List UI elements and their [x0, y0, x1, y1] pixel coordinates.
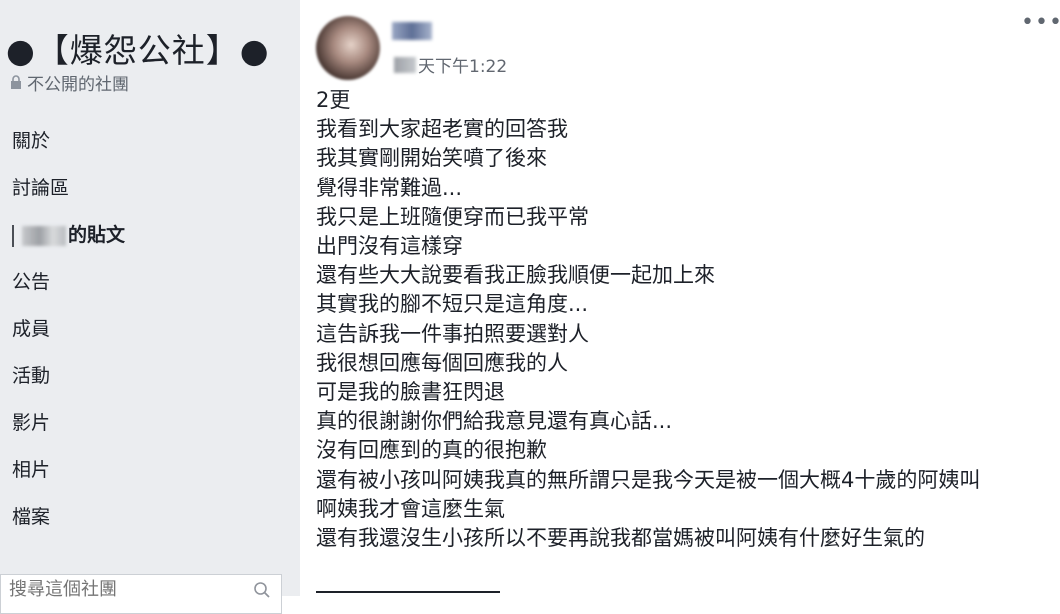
search-icon[interactable] — [253, 581, 271, 599]
post-line: 還有些大大說要看我正臉我順便一起加上來 — [316, 263, 715, 288]
post-line: 出門沒有這樣穿 — [316, 234, 463, 259]
post-line: 我看到大家超老實的回答我 — [316, 117, 568, 142]
lock-icon — [10, 75, 22, 90]
timestamp-blur — [394, 56, 416, 73]
group-search-input[interactable] — [9, 579, 253, 600]
post-line: 其實我的腳不短只是這角度... — [316, 292, 589, 317]
author-name-blurred[interactable] — [392, 22, 432, 40]
post-line: 啊姨我才會這麼生氣 — [316, 496, 505, 521]
nav-item-discussion[interactable]: 討論區 — [0, 165, 300, 212]
group-privacy: 不公開的社團 — [10, 70, 129, 95]
post-line: 我只是上班隨便穿而已我平常 — [316, 204, 589, 229]
post-body: 2更 我看到大家超老實的回答我 我其實剛開始笑噴了後來 覺得非常難過... 我只… — [316, 86, 1056, 553]
post-line: 我很想回應每個回應我的人 — [316, 350, 568, 375]
nav-item-photos[interactable]: 相片 — [0, 447, 300, 494]
post-line: 覺得非常難過... — [316, 175, 463, 200]
post-line: 沒有回應到的真的很抱歉 — [316, 438, 547, 463]
post-separator — [316, 591, 500, 593]
nav-item-member-posts-label: 的貼文 — [68, 224, 126, 246]
group-nav: 關於 討論區 的貼文 公告 成員 活動 影片 相片 檔案 — [0, 118, 300, 541]
post-line: 還有我還沒生小孩所以不要再說我都當媽被叫阿姨有什麼好生氣的 — [316, 526, 925, 551]
group-search-box[interactable] — [0, 574, 282, 614]
post-line: 這告訴我一件事拍照要選對人 — [316, 321, 589, 346]
post-line: 2更 — [316, 88, 351, 112]
more-options-icon[interactable]: ••• — [1021, 10, 1060, 35]
nav-item-announcements[interactable]: 公告 — [0, 259, 300, 306]
nav-item-events[interactable]: 活動 — [0, 353, 300, 400]
post-line: 可是我的臉書狂閃退 — [316, 380, 505, 405]
nav-item-members[interactable]: 成員 — [0, 306, 300, 353]
nav-item-member-posts[interactable]: 的貼文 — [0, 212, 300, 259]
post-line: 真的很謝謝你們給我意見還有真心話... — [316, 409, 673, 434]
post-line: 我其實剛開始笑噴了後來 — [316, 146, 547, 171]
group-title[interactable]: ●【爆怨公社】● — [6, 24, 270, 72]
post-line: 還有被小孩叫阿姨我真的無所謂只是我今天是被一個大概4十歲的阿姨叫 — [316, 467, 981, 492]
privacy-label: 不公開的社團 — [27, 75, 129, 95]
author-avatar[interactable] — [316, 16, 380, 80]
post-card: 天下午1:22 ••• 2更 我看到大家超老實的回答我 我其實剛開始笑噴了後來 … — [300, 0, 1060, 596]
nav-item-about[interactable]: 關於 — [0, 118, 300, 165]
nav-item-videos[interactable]: 影片 — [0, 400, 300, 447]
post-timestamp-text: 天下午1:22 — [418, 57, 508, 77]
blurred-member-name — [22, 225, 66, 246]
post-timestamp[interactable]: 天下午1:22 — [394, 52, 507, 77]
group-sidebar: ●【爆怨公社】● 不公開的社團 關於 討論區 的貼文 公告 成員 活動 影片 相… — [0, 0, 300, 614]
nav-item-files[interactable]: 檔案 — [0, 494, 300, 541]
